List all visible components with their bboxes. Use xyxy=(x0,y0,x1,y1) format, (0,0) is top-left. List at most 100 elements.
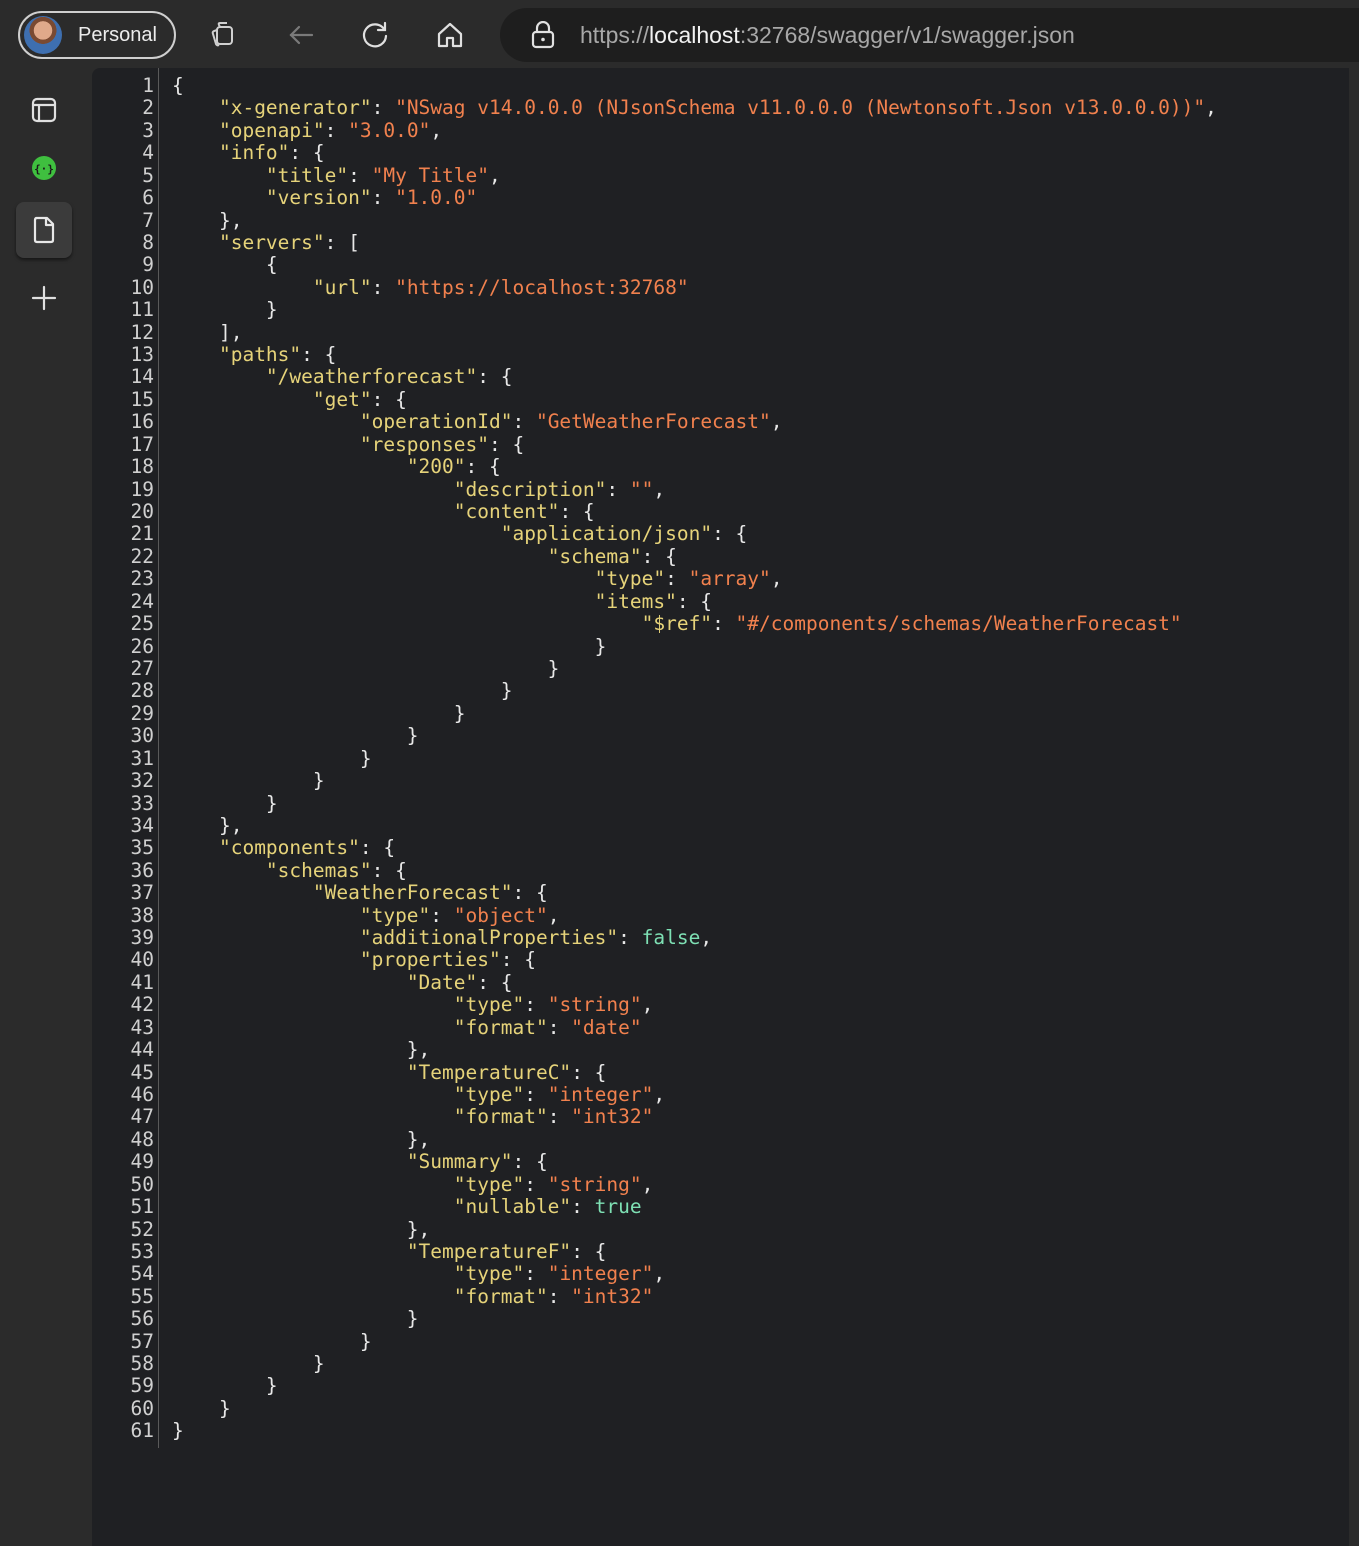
json-string: "NSwag v14.0.0.0 (NJsonSchema v11.0.0.0 … xyxy=(395,96,1206,120)
json-extension-icon[interactable]: {·} xyxy=(16,140,72,196)
code-line: 40 "properties": { xyxy=(92,948,1349,972)
line-text: { xyxy=(172,74,184,97)
line-text: "additionalProperties": false, xyxy=(172,926,712,950)
line-text: "description": "", xyxy=(172,478,665,501)
profile-label: Personal xyxy=(78,23,157,46)
json-key: "responses" xyxy=(359,432,489,456)
code-line: 22 "schema": { xyxy=(92,545,1349,568)
lock-icon[interactable] xyxy=(528,20,558,50)
json-punctuation: : { xyxy=(301,343,337,367)
document-icon[interactable] xyxy=(16,202,72,258)
json-punctuation: : { xyxy=(371,387,407,411)
json-key: "type" xyxy=(453,1262,525,1286)
json-string: "array" xyxy=(688,567,771,591)
code-line: 52 }, xyxy=(92,1218,1349,1241)
line-number: 8 xyxy=(142,230,154,254)
line-number: 27 xyxy=(130,656,154,680)
line-text: "200": { xyxy=(172,455,501,478)
svg-text:{·}: {·} xyxy=(34,163,54,176)
line-text: "Summary": { xyxy=(172,1151,548,1173)
line-text: "$ref": "#/components/schemas/WeatherFor… xyxy=(172,612,1182,635)
json-punctuation xyxy=(172,993,454,1016)
json-punctuation xyxy=(172,478,454,501)
json-key: "WeatherForecast" xyxy=(312,881,513,905)
avatar xyxy=(24,16,62,54)
json-punctuation: , xyxy=(653,1262,666,1286)
line-number: 30 xyxy=(130,724,154,748)
code-line: 13 "paths": { xyxy=(92,343,1349,367)
json-punctuation: : xyxy=(524,1082,548,1106)
line-text: } xyxy=(172,1307,419,1330)
line-text: "type": "string", xyxy=(172,1172,654,1196)
profile-button[interactable]: Personal xyxy=(18,11,176,59)
json-punctuation: }, xyxy=(172,1127,431,1151)
line-text: "application/json": { xyxy=(172,522,748,545)
code-line: 35 "components": { xyxy=(92,836,1349,859)
line-number: 49 xyxy=(130,1150,154,1174)
json-punctuation: : { xyxy=(289,141,325,165)
line-text: "/weatherforecast": { xyxy=(172,365,513,388)
code-line: 27 } xyxy=(92,656,1349,680)
home-icon[interactable] xyxy=(431,16,469,54)
line-number: 19 xyxy=(130,477,154,501)
json-key: "get" xyxy=(312,387,372,411)
json-key: "openapi" xyxy=(218,118,325,142)
json-punctuation: : xyxy=(618,926,642,950)
tab-actions-icon[interactable] xyxy=(16,82,72,138)
json-punctuation: } xyxy=(172,724,419,748)
line-text: "version": "1.0.0" xyxy=(172,186,477,209)
json-punctuation: }, xyxy=(172,1038,431,1062)
line-text: } xyxy=(172,635,607,658)
line-text: "info": { xyxy=(172,142,325,164)
line-number: 61 xyxy=(130,1419,154,1443)
json-key: "content" xyxy=(453,500,560,524)
code-line: 54 "type": "integer", xyxy=(92,1262,1349,1286)
code-line: 16 "operationId": "GetWeatherForecast", xyxy=(92,410,1349,434)
code-line: 39 "additionalProperties": false, xyxy=(92,926,1349,950)
line-number: 23 xyxy=(130,567,154,591)
address-bar[interactable]: https://localhost:32768/swagger/v1/swagg… xyxy=(500,8,1359,62)
line-text: "type": "string", xyxy=(172,993,654,1016)
line-text: "paths": { xyxy=(172,343,337,367)
line-text: } xyxy=(172,680,513,702)
json-key: "format" xyxy=(453,1015,548,1039)
json-punctuation: }, xyxy=(172,208,243,232)
line-number: 16 xyxy=(130,410,154,434)
json-string: "string" xyxy=(547,1172,642,1196)
line-number: 28 xyxy=(130,679,154,703)
code-line: 20 "content": { xyxy=(92,500,1349,524)
json-key: "TemperatureF" xyxy=(406,1239,572,1263)
line-number: 38 xyxy=(130,903,154,927)
line-number: 56 xyxy=(130,1307,154,1331)
code-line: 31 } xyxy=(92,747,1349,770)
json-punctuation: } xyxy=(172,1352,325,1376)
code-line: 48 }, xyxy=(92,1127,1349,1151)
line-number: 40 xyxy=(130,948,154,972)
workspaces-icon[interactable] xyxy=(204,16,242,54)
code-line: 43 "format": "date" xyxy=(92,1015,1349,1039)
line-number: 53 xyxy=(130,1239,154,1263)
json-punctuation xyxy=(172,365,266,388)
line-text: "operationId": "GetWeatherForecast", xyxy=(172,411,783,433)
url-text[interactable]: https://localhost:32768/swagger/v1/swagg… xyxy=(580,22,1075,49)
json-punctuation: : { xyxy=(571,1239,607,1263)
json-key: "operationId" xyxy=(359,410,513,434)
refresh-icon[interactable] xyxy=(356,16,394,54)
json-punctuation xyxy=(172,522,501,545)
code-line: 41 "Date": { xyxy=(92,971,1349,994)
line-number: 50 xyxy=(130,1172,154,1196)
add-icon[interactable] xyxy=(16,270,72,326)
code-line: 46 "type": "integer", xyxy=(92,1082,1349,1106)
line-number: 59 xyxy=(130,1374,154,1398)
code-line: 49 "Summary": { xyxy=(92,1150,1349,1174)
code-line: 44 }, xyxy=(92,1038,1349,1062)
json-punctuation xyxy=(172,1016,454,1039)
line-number: 13 xyxy=(130,343,154,367)
code-line: 9 { xyxy=(92,253,1349,276)
json-punctuation: , xyxy=(430,118,443,142)
url-host: localhost xyxy=(649,21,740,48)
back-arrow-icon[interactable] xyxy=(282,16,320,54)
json-punctuation xyxy=(172,1240,407,1263)
json-key: "format" xyxy=(453,1284,548,1308)
json-punctuation xyxy=(172,500,454,523)
